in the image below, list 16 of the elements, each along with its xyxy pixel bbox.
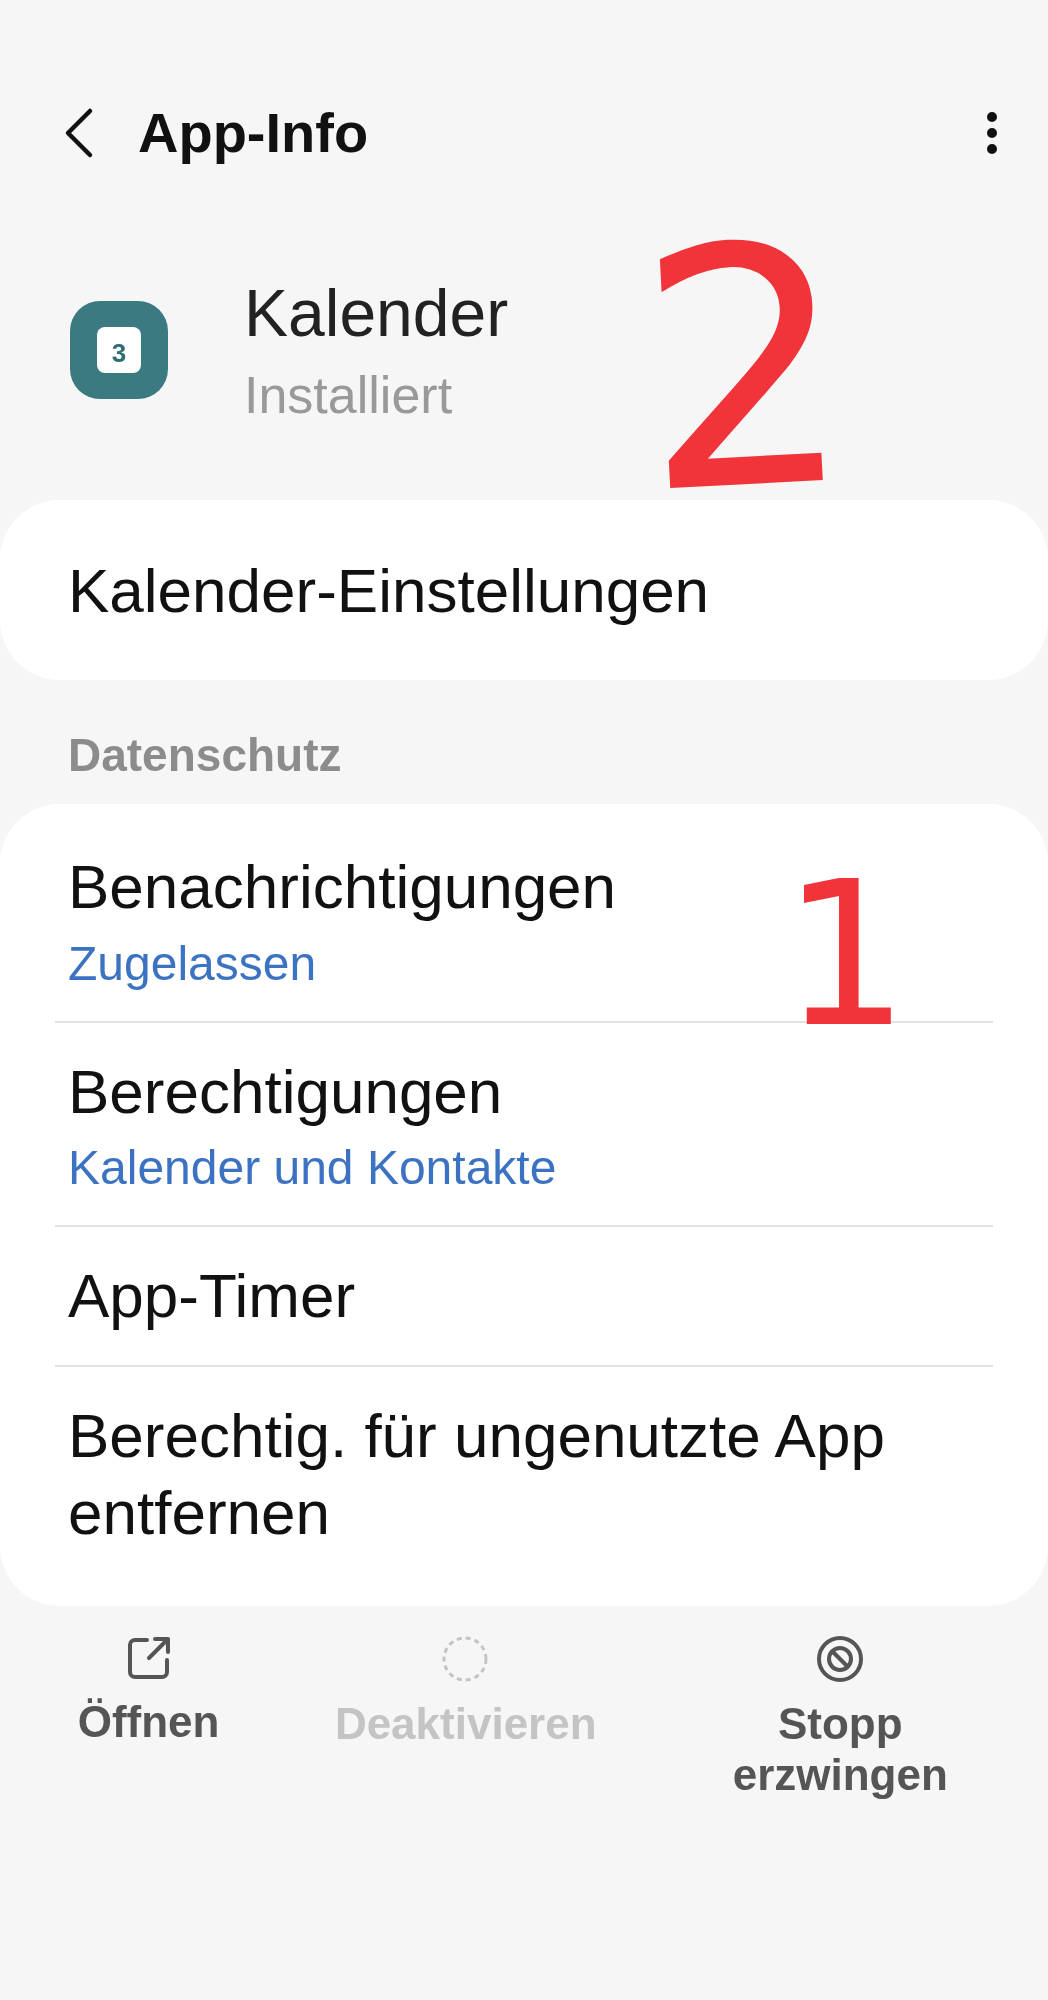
install-status: Installiert xyxy=(244,365,454,425)
more-options-icon[interactable] xyxy=(986,110,998,155)
action-button[interactable]: Öffnen xyxy=(67,1625,230,1756)
calendar-app-icon: 3 xyxy=(70,301,168,399)
item-value: Kalender und Kontakte xyxy=(68,1140,558,1195)
settings-item[interactable]: Kalender-Einstellungen xyxy=(0,500,1048,680)
page-title: App-Info xyxy=(138,100,370,165)
settings-item[interactable]: App-Timer xyxy=(68,1257,980,1335)
settings-item[interactable]: Berechtigungen xyxy=(68,1052,980,1130)
section-title: Datenschutz xyxy=(68,729,342,781)
action-button[interactable]: Stopp erzwingen xyxy=(700,1625,981,1810)
item-value: Zugelassen xyxy=(68,935,318,991)
handwritten-annotation: 1 xyxy=(782,855,910,1055)
app-name: Kalender xyxy=(244,275,509,351)
stop-icon xyxy=(815,1633,866,1684)
settings-item[interactable]: Berechtig. für ungenutzte App entfernen xyxy=(68,1396,980,1552)
